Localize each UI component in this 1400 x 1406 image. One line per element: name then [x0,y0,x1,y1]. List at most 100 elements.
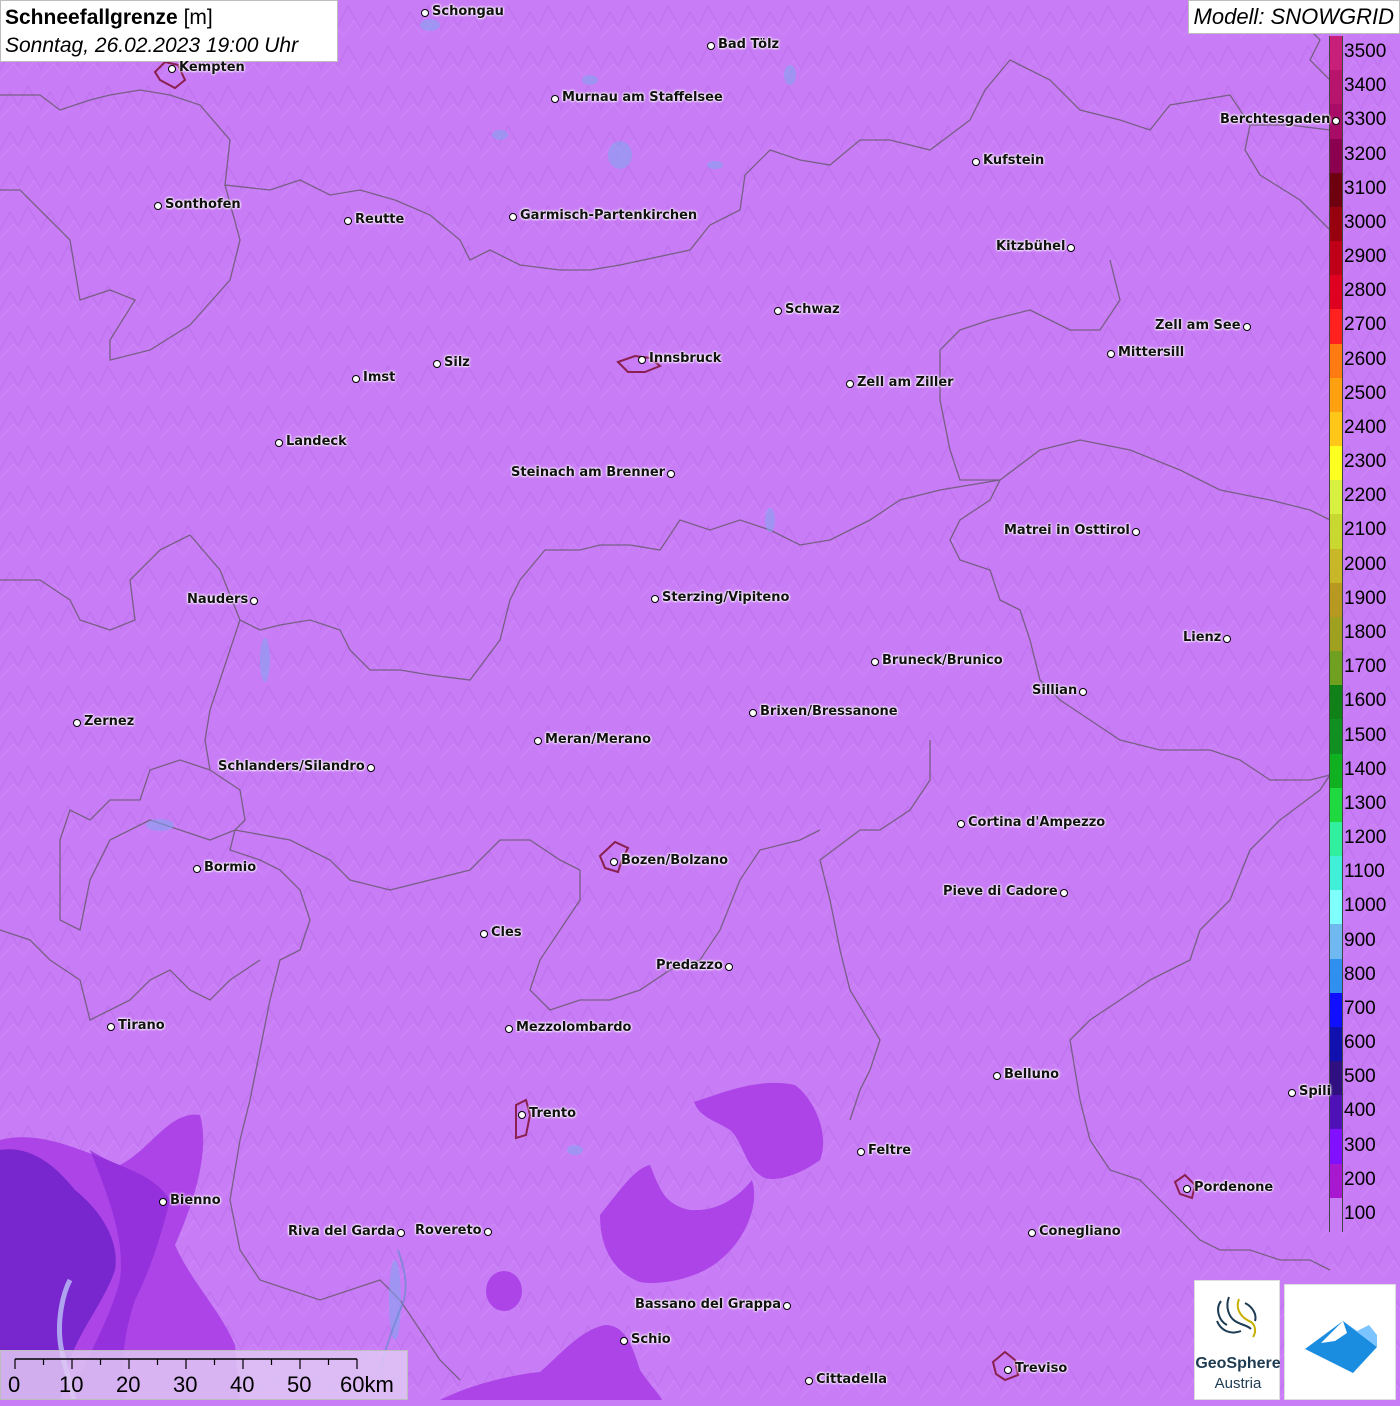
legend-label: 2000 [1344,553,1387,575]
city-dot [871,658,879,666]
model-label: Modell: SNOWGRID [1187,0,1400,34]
legend-label: 2100 [1344,519,1387,541]
city-label: Riva del Garda [288,1224,396,1239]
city-label: Imst [363,370,396,385]
legend-swatch [1329,1197,1343,1233]
legend-swatch [1329,275,1343,310]
city-dot [1079,688,1087,696]
legend-swatch [1329,446,1343,481]
city-dot [154,202,162,210]
city-label: Pordenone [1194,1180,1274,1195]
city-label: Treviso [1015,1361,1068,1376]
scale-label: 60km [340,1372,394,1397]
city-dot [505,1025,513,1033]
city-label: Berchtesgaden [1220,112,1331,127]
city-label: Lienz [1183,630,1222,645]
legend-swatch [1329,241,1343,276]
city-label: Sterzing/Vipiteno [662,590,790,605]
snowline-300-blob [486,1271,522,1311]
scale-label: 0 [8,1372,21,1397]
map-timestamp: Sonntag, 26.02.2023 19:00 Uhr [5,34,299,57]
city-dot [1183,1185,1191,1193]
city-dot [638,356,646,364]
legend-swatch [1329,787,1343,823]
city-dot [651,595,659,603]
legend-swatch [1329,616,1343,652]
city-label: Tirano [118,1018,165,1033]
legend-swatch [1329,1061,1343,1096]
city-dot [275,439,283,447]
legend-label: 900 [1344,929,1376,951]
city-label: Kempten [179,60,245,75]
city-label: Cortina d'Ampezzo [968,815,1106,830]
city-dot [667,470,675,478]
legend-label: 2200 [1344,485,1387,507]
city-dot [367,764,375,772]
legend-label: 2300 [1344,451,1387,473]
legend-label: 800 [1344,963,1376,985]
city-label: Predazzo [656,958,723,973]
legend-label: 3500 [1344,41,1387,63]
city-label: Schlanders/Silandro [218,759,365,774]
legend-swatch [1329,1095,1343,1130]
legend-label: 1500 [1344,724,1387,746]
city-label: Zell am Ziller [857,375,954,390]
legend-label: 2500 [1344,382,1387,404]
city-label: Meran/Merano [545,732,652,747]
city-label: Feltre [868,1143,912,1158]
legend-swatch [1329,719,1343,755]
city-dot [749,709,757,717]
city-dot [509,213,517,221]
legend-label: 2600 [1344,348,1387,370]
city-label: Bad Tölz [718,37,780,52]
legend-label: 3000 [1344,211,1387,233]
geosphere-austria-logo: GeoSphere Austria [1194,1280,1281,1400]
scale-label: 40 [230,1372,255,1397]
city-dot [1243,323,1251,331]
legend-label: 2900 [1344,246,1387,268]
city-dot [1132,528,1140,536]
legend-label: 3400 [1344,75,1387,97]
city-dot [1060,889,1068,897]
city-dot [551,95,559,103]
city-dot [805,1377,813,1385]
legend-swatch [1329,753,1343,789]
legend-label: 100 [1344,1202,1376,1224]
scale-label: 30 [173,1372,198,1397]
city-dot [1067,244,1075,252]
city-label: Garmisch-Partenkirchen [520,208,698,223]
legend-label: 1200 [1344,827,1387,849]
map-title: Schneefallgrenze [m] [5,4,333,32]
legend-swatch [1329,172,1343,208]
city-label: Cittadella [816,1372,888,1387]
city-label: Reutte [355,212,405,227]
legend-swatch [1329,514,1343,550]
legend-label: 3100 [1344,177,1387,199]
city-label: Schongau [432,4,504,19]
city-label: Matrei in Osttirol [1004,523,1130,538]
legend-label: 3300 [1344,109,1387,131]
city-dot [972,158,980,166]
city-dot [480,930,488,938]
city-label: Mezzolombardo [516,1020,632,1035]
city-dot [193,865,201,873]
city-label: Rovereto [415,1223,482,1238]
scale-label: 50 [287,1372,312,1397]
legend-swatch [1329,856,1343,891]
city-dot [846,380,854,388]
scale-label: 10 [59,1372,84,1397]
city-dot [421,9,429,17]
city-label: Nauders [187,592,249,607]
city-label: Steinach am Brenner [511,465,666,480]
city-label: Brixen/Bressanone [760,704,898,719]
city-dot [857,1148,865,1156]
legend-label: 300 [1344,1134,1376,1156]
city-label: Kufstein [983,153,1045,168]
city-dot [725,963,733,971]
color-legend [1329,36,1343,1233]
legend-label: 200 [1344,1168,1376,1190]
legend-swatch [1329,890,1343,925]
city-label: Belluno [1004,1067,1060,1082]
city-dot [1004,1366,1012,1374]
city-dot [783,1302,791,1310]
